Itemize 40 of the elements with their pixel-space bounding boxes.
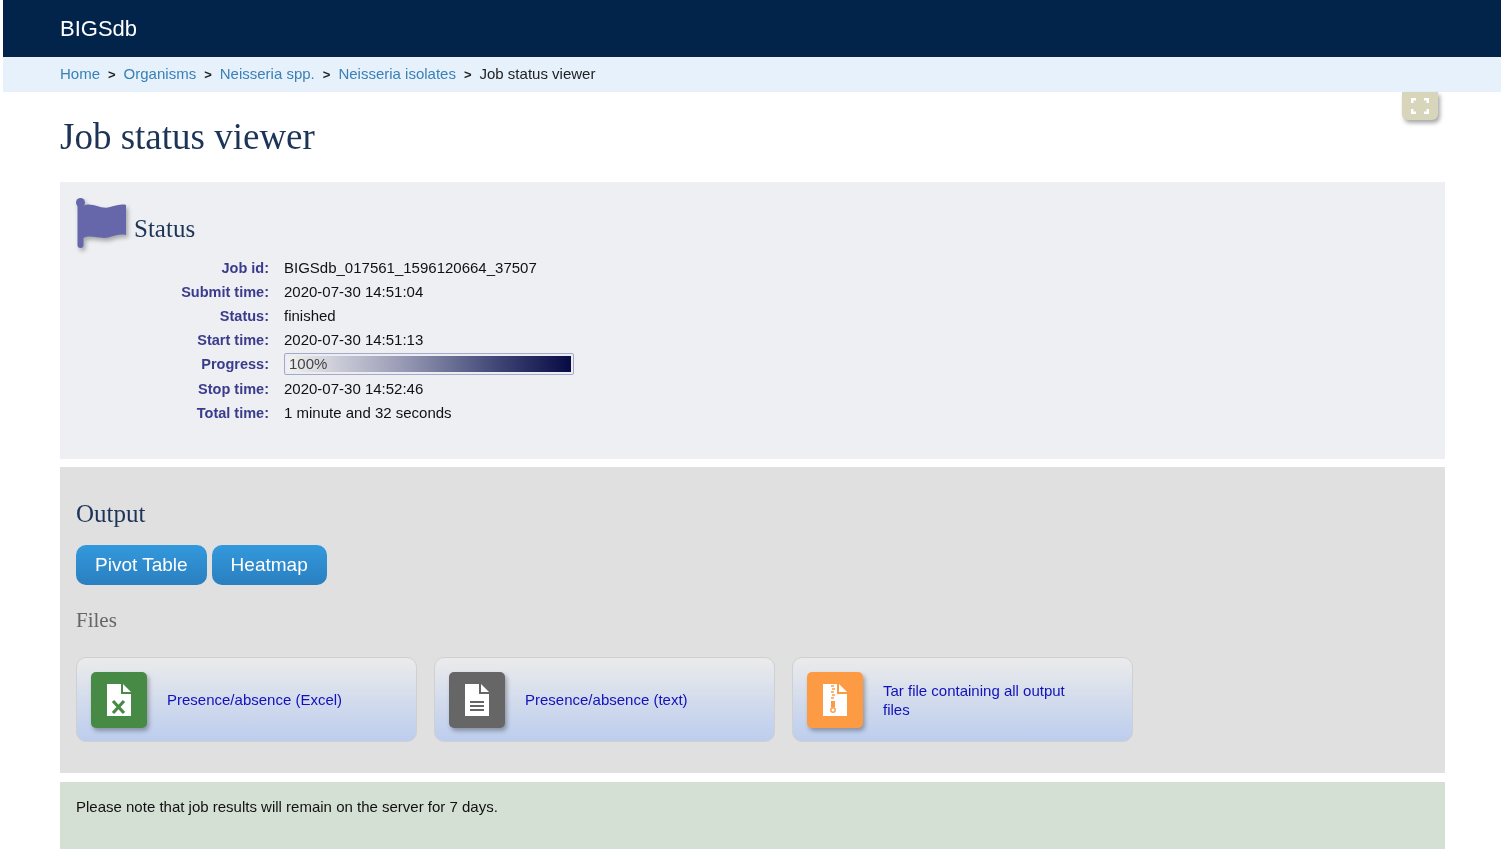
breadcrumb-link[interactable]: Neisseria isolates (338, 63, 456, 86)
page-title: Job status viewer (60, 115, 315, 159)
section-heading: Output (76, 499, 147, 529)
file-link[interactable]: Presence/absence (text) (521, 690, 688, 709)
field-label: Submit time: (180, 283, 269, 302)
spreadsheet-file-icon (91, 671, 147, 728)
breadcrumb-separator: > (322, 65, 331, 84)
text-file-icon (449, 671, 505, 728)
site-brand[interactable]: BIGSdb (60, 16, 138, 41)
field-value: 2020-07-30 14:51:04 (284, 282, 425, 302)
field-value: 2020-07-30 14:52:46 (284, 379, 425, 399)
field-value: finished (284, 306, 337, 326)
fullscreen-icon (1411, 98, 1429, 114)
progress-reading: 100% (288, 353, 328, 374)
files-heading: Files (76, 607, 118, 633)
flag-icon (76, 198, 126, 248)
breadcrumb-separator: > (108, 65, 116, 84)
field-label: Progress: (200, 355, 269, 374)
output-button[interactable]: Heatmap (211, 545, 327, 585)
field-label: Stop time: (197, 380, 269, 399)
section-heading: Status (134, 214, 196, 244)
breadcrumb-current: Job status viewer (479, 64, 596, 85)
field-label: Start time: (196, 331, 269, 350)
breadcrumb-link[interactable]: Organisms (123, 63, 197, 86)
file-link[interactable]: Presence/absence (Excel) (163, 690, 343, 709)
field-value: 2020-07-30 14:51:13 (284, 330, 425, 350)
field-label: Job id: (220, 259, 269, 278)
breadcrumb-separator: > (463, 65, 472, 84)
breadcrumb-link[interactable]: Home (60, 63, 100, 86)
breadcrumb-link[interactable]: Neisseria spp. (219, 63, 315, 86)
field-label: Total time: (195, 404, 269, 423)
breadcrumb-separator: > (204, 65, 212, 84)
notice-text: Please note that job results will remain on the server for 7 days. (76, 798, 499, 816)
fullscreen-button[interactable] (1402, 92, 1438, 120)
file-link[interactable]: Tar file containing all output files (879, 680, 1095, 719)
field-value: BIGSdb_017561_1596120664_37507 (284, 258, 538, 278)
field-label: Status: (218, 307, 269, 326)
field-value: 1 minute and 32 seconds (284, 403, 453, 423)
zip-file-icon (807, 671, 863, 728)
output-button[interactable]: Pivot Table (76, 545, 207, 585)
